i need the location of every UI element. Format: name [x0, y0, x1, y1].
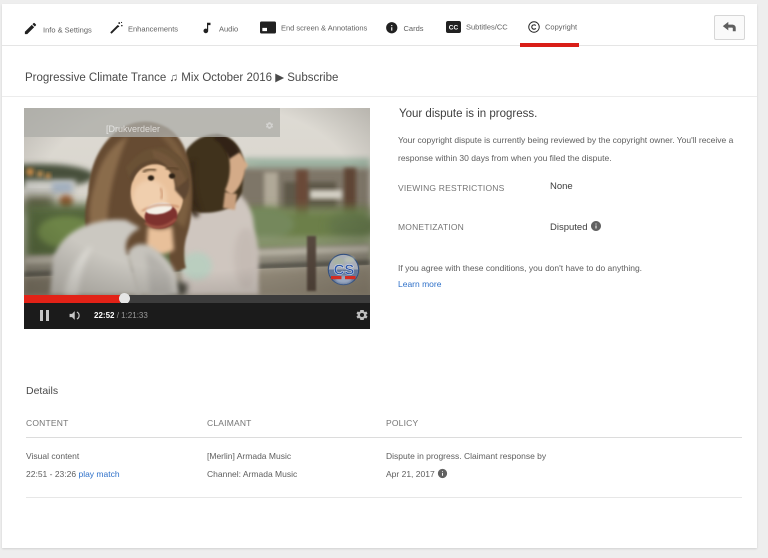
svg-text:CC: CC: [449, 25, 459, 32]
svg-text:CS: CS: [334, 262, 355, 279]
